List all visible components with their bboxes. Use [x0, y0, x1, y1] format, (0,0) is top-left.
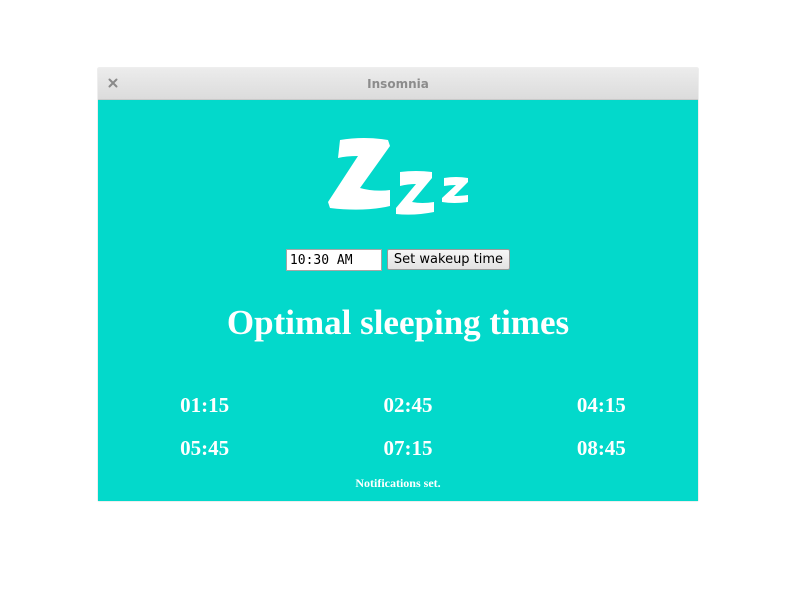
notification-status: Notifications set. [355, 476, 441, 490]
title-bar[interactable]: Insomnia [98, 68, 698, 100]
zzz-sleep-icon [328, 138, 468, 215]
sleep-time: 05:45 [180, 436, 230, 460]
sleep-time: 07:15 [383, 436, 433, 460]
set-wakeup-time-button[interactable]: Set wakeup time [386, 249, 511, 270]
sleep-times-grid: 01:15 02:45 04:15 05:45 07:15 08:45 [108, 393, 688, 461]
window-title: Insomnia [367, 77, 429, 91]
wakeup-form: Set wakeup time [98, 247, 698, 271]
sleep-time: 08:45 [576, 436, 626, 460]
wakeup-time-input[interactable] [285, 249, 382, 271]
optimal-times-heading: Optimal sleeping times [226, 303, 570, 342]
sleep-time: 01:15 [180, 393, 230, 417]
app-window: Insomnia Set wakeup time Optimal sleepin… [98, 68, 698, 501]
sleep-time: 04:15 [576, 393, 626, 417]
main-panel: Set wakeup time Optimal sleeping times 0… [98, 100, 698, 501]
sleep-time: 02:45 [383, 393, 433, 417]
